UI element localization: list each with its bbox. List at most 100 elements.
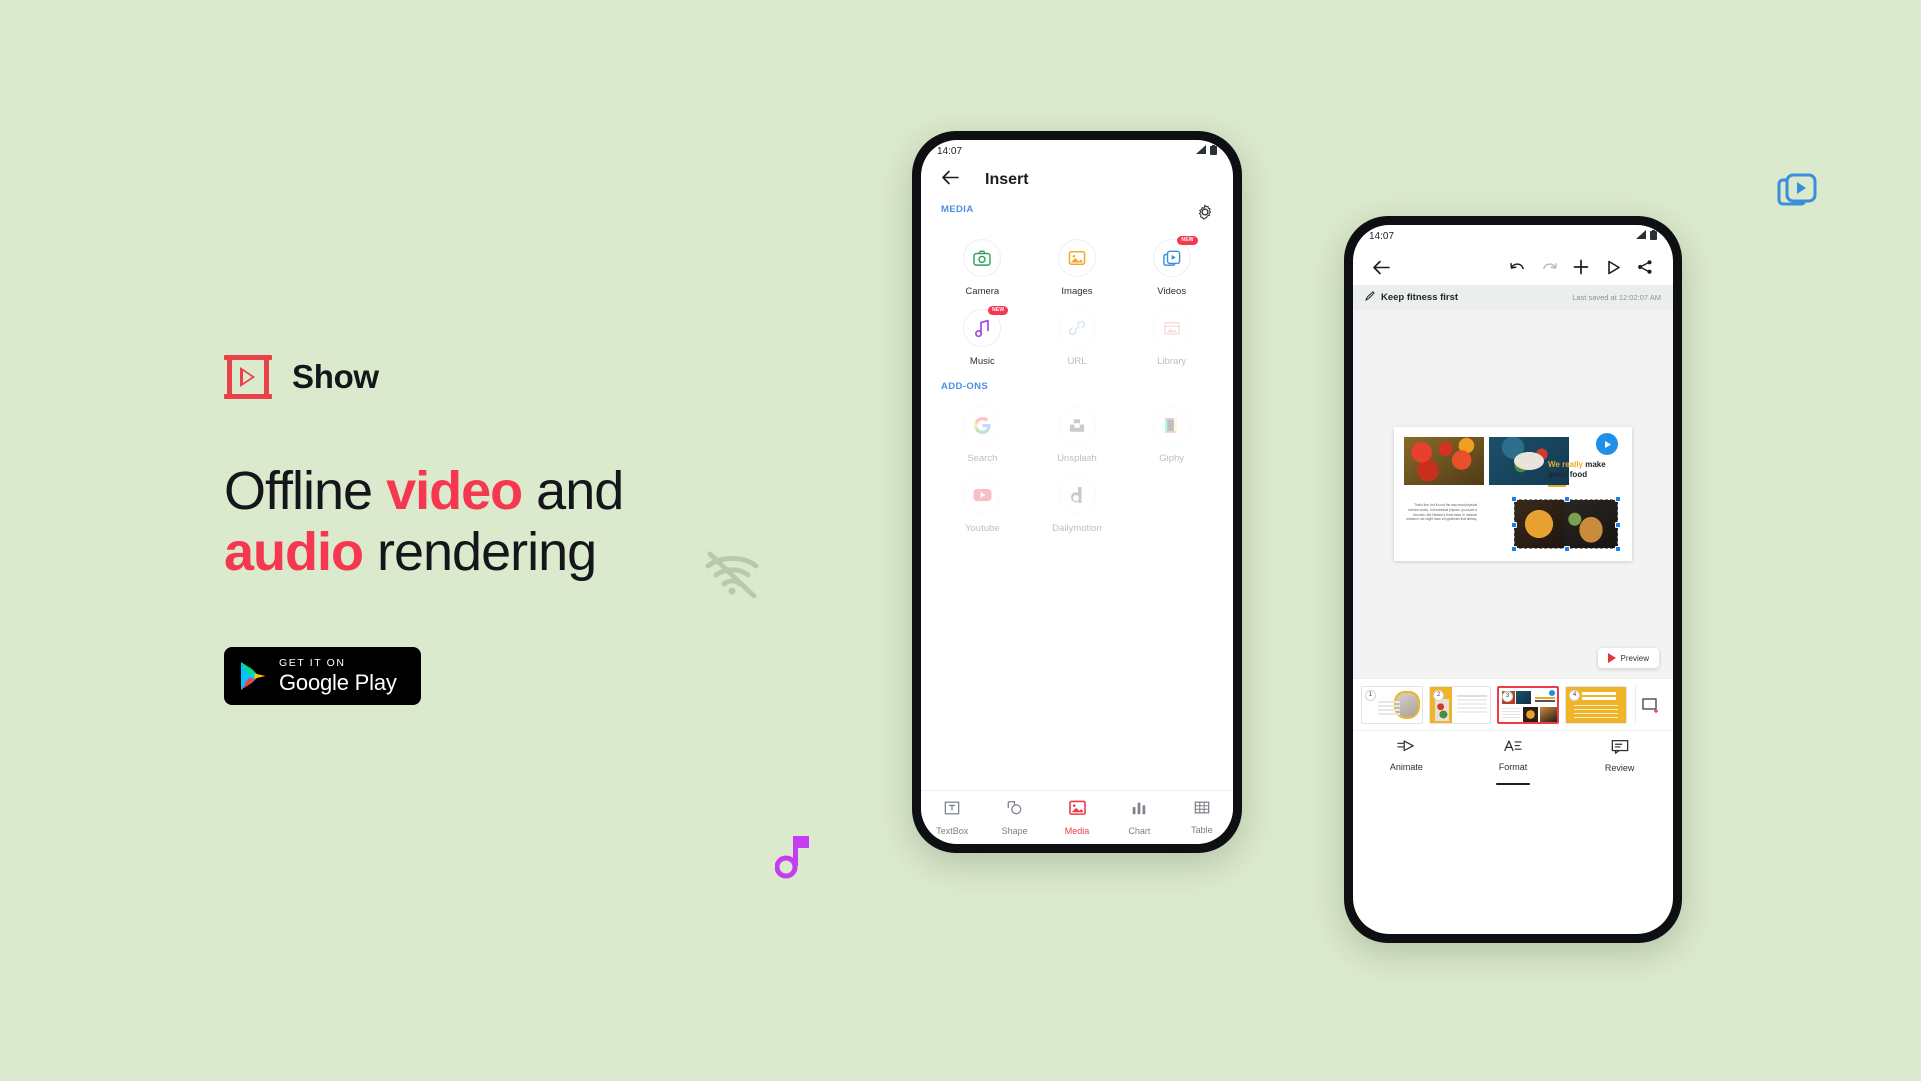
format-icon: [1504, 739, 1522, 758]
back-arrow-icon[interactable]: [1367, 255, 1395, 279]
insert-item-youtube[interactable]: Youtube: [935, 466, 1030, 534]
video-icon: NEW: [1152, 236, 1198, 277]
insert-item-label: Dailymotion: [1052, 523, 1102, 534]
music-note-icon: NEW: [963, 306, 1009, 347]
insert-item-search[interactable]: Search: [935, 396, 1030, 464]
insert-item-camera[interactable]: Camera: [935, 229, 1030, 297]
resize-handle[interactable]: [1615, 522, 1621, 528]
chart-icon: [1131, 800, 1147, 821]
slide-body-text[interactable]: That's fine, but it's not the way most p…: [1403, 503, 1477, 522]
document-title: Keep fitness first: [1381, 292, 1459, 303]
shape-icon: [1006, 800, 1023, 821]
redo-icon: [1535, 255, 1563, 279]
table-icon: [1194, 800, 1210, 820]
giphy-icon: [1152, 406, 1191, 444]
active-tab-underline: [1496, 783, 1530, 785]
tab-textbox[interactable]: TextBox: [921, 800, 983, 836]
insert-header: Insert: [921, 162, 1233, 194]
slide-thumbnail[interactable]: 3: [1497, 685, 1559, 724]
play-icon[interactable]: [1599, 255, 1627, 279]
section-label-media: MEDIA: [941, 204, 974, 215]
library-icon: [1152, 309, 1191, 347]
battery-icon: [1210, 144, 1217, 158]
resize-handle[interactable]: [1564, 496, 1570, 502]
insert-item-library[interactable]: Library: [1124, 299, 1219, 367]
back-arrow-icon[interactable]: [941, 170, 959, 190]
slide-canvas[interactable]: We really make good food That's fine, bu…: [1353, 310, 1673, 678]
resize-handle[interactable]: [1615, 546, 1621, 552]
insert-item-unsplash[interactable]: Unsplash: [1030, 396, 1125, 464]
editor-bottom-nav: Animate Format Review: [1353, 730, 1673, 785]
insert-item-label: Youtube: [965, 523, 1000, 534]
store-badge-small-label: GET IT ON: [279, 657, 346, 670]
slide-content[interactable]: We really make good food That's fine, bu…: [1394, 427, 1632, 561]
insert-item-url[interactable]: URL: [1030, 299, 1125, 367]
tab-format[interactable]: Format: [1460, 739, 1567, 785]
google-play-badge[interactable]: GET IT ON Google Play: [224, 647, 421, 706]
insert-item-label: Giphy: [1159, 453, 1185, 464]
slide-heading[interactable]: We really make good food: [1548, 460, 1624, 487]
preview-button[interactable]: Preview: [1597, 648, 1659, 668]
slide-heading-orange: We really: [1548, 460, 1583, 469]
insert-item-label: Unsplash: [1057, 453, 1097, 464]
preview-label: Preview: [1620, 653, 1649, 663]
tab-animate[interactable]: Animate: [1353, 739, 1460, 772]
gear-icon[interactable]: [1197, 204, 1213, 225]
tab-label: Shape: [1001, 825, 1028, 836]
insert-item-label: Library: [1157, 356, 1187, 367]
add-slide-icon[interactable]: [1635, 685, 1665, 724]
slide-thumbnail[interactable]: 2: [1429, 685, 1491, 724]
insert-item-label: Music: [969, 356, 995, 367]
tab-label: Format: [1498, 762, 1528, 772]
resize-handle[interactable]: [1564, 546, 1570, 552]
insert-item-music[interactable]: NEW Music: [935, 299, 1030, 367]
page-title: Insert: [985, 171, 1029, 188]
editor-toolbar: [1353, 247, 1673, 285]
insert-item-videos[interactable]: NEW Videos: [1124, 229, 1219, 297]
slide-image-tomatoes[interactable]: [1404, 437, 1484, 485]
battery-icon: [1650, 229, 1657, 243]
tab-label: Animate: [1389, 762, 1423, 772]
insert-item-dailymotion[interactable]: Dailymotion: [1030, 466, 1125, 534]
selection-box[interactable]: [1511, 496, 1621, 552]
resize-handle[interactable]: [1615, 496, 1621, 502]
undo-icon[interactable]: [1503, 255, 1531, 279]
slide-thumbnail[interactable]: 1: [1361, 685, 1423, 724]
slide-thumbnail[interactable]: 4: [1565, 685, 1627, 724]
share-icon[interactable]: [1631, 255, 1659, 279]
tab-label: Table: [1191, 825, 1213, 835]
status-time: 14:07: [1369, 230, 1395, 242]
document-title-group[interactable]: Keep fitness first: [1365, 291, 1458, 304]
tab-label: Media: [1064, 825, 1090, 836]
new-badge: NEW: [1177, 236, 1198, 245]
slide-number: 4: [1569, 689, 1580, 701]
resize-handle[interactable]: [1511, 496, 1517, 502]
insert-item-label: URL: [1067, 356, 1087, 367]
status-bar: 14:07: [921, 140, 1233, 162]
slide-number: 3: [1502, 690, 1513, 702]
dailymotion-icon: [1057, 476, 1096, 514]
tab-shape[interactable]: Shape: [983, 800, 1045, 836]
insert-item-label: Camera: [965, 286, 1000, 297]
insert-item-images[interactable]: Images: [1030, 229, 1125, 297]
insert-item-giphy[interactable]: Giphy: [1124, 396, 1219, 464]
camera-icon: [963, 239, 1002, 277]
phone-editor-screen: 14:07 Keep fitness first Last saved at 1…: [1344, 216, 1682, 943]
resize-handle[interactable]: [1511, 546, 1517, 552]
slide-thumbnail-strip[interactable]: 1 2 3 4: [1353, 678, 1673, 730]
tab-chart[interactable]: Chart: [1108, 800, 1170, 836]
youtube-icon: [963, 476, 1002, 514]
tab-media[interactable]: Media: [1046, 800, 1108, 836]
add-icon[interactable]: [1567, 255, 1595, 279]
play-circle-icon[interactable]: [1596, 433, 1618, 455]
resize-handle[interactable]: [1511, 522, 1517, 528]
tab-review[interactable]: Review: [1566, 739, 1673, 773]
insert-item-label: Images: [1061, 286, 1093, 297]
media-icon: [1068, 800, 1086, 821]
new-badge: NEW: [988, 306, 1009, 315]
tab-label: Review: [1604, 762, 1635, 773]
tab-table[interactable]: Table: [1171, 800, 1233, 835]
brand-name: Show: [292, 358, 379, 395]
insert-item-label: Search: [967, 453, 998, 464]
google-play-text: GET IT ON Google Play: [279, 658, 397, 694]
